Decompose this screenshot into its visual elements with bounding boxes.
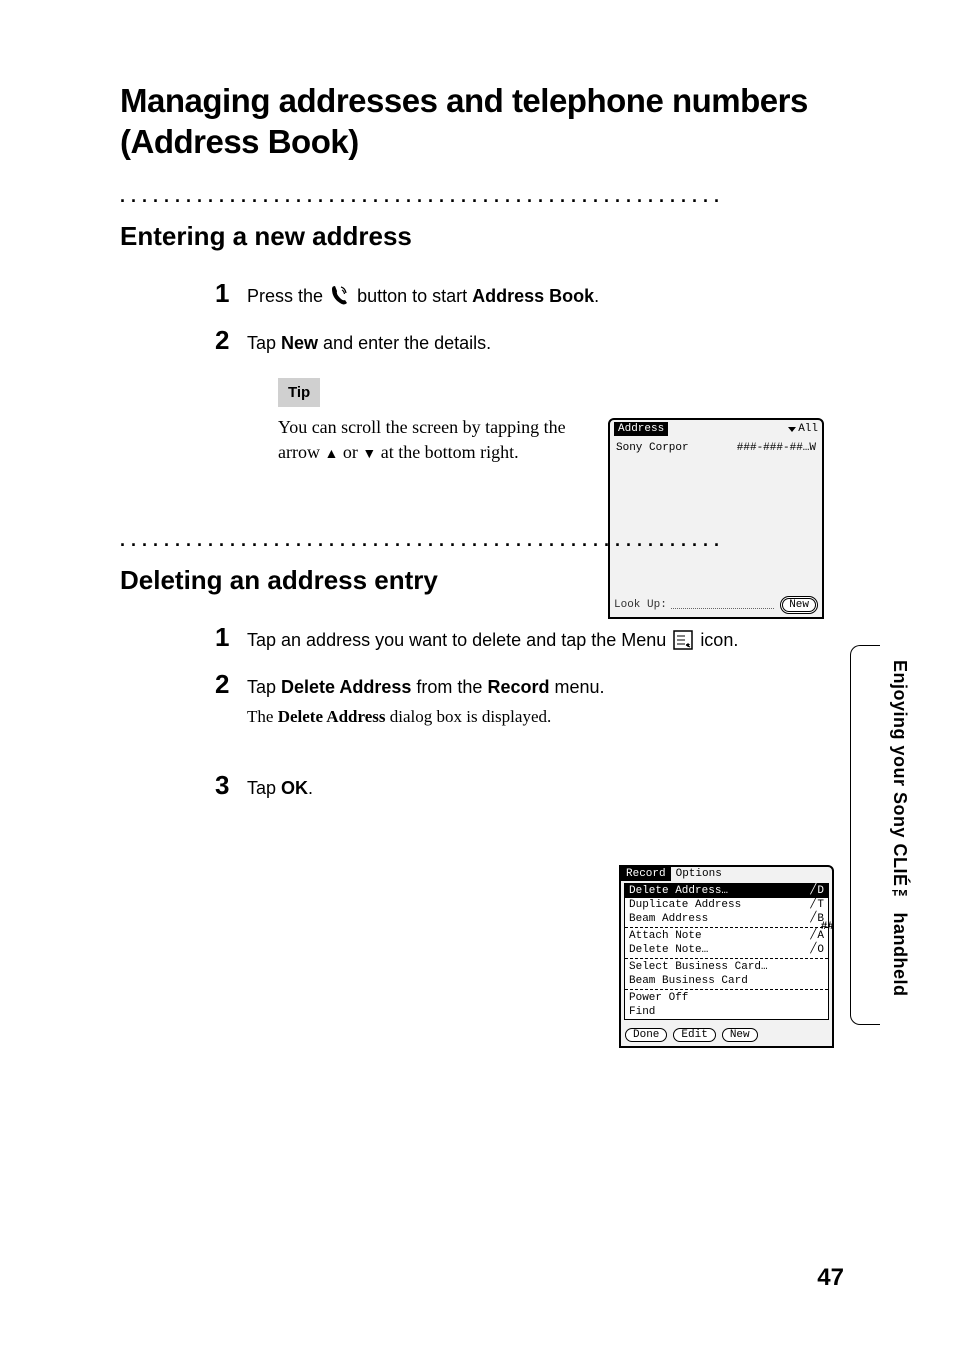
text: at the bottom right. xyxy=(376,442,518,462)
app-name: Address Book xyxy=(472,286,594,306)
text: and enter the details. xyxy=(318,333,491,353)
shortcut: ╱D xyxy=(810,884,824,898)
menu-item-attach-note[interactable]: Attach Note ╱A xyxy=(625,929,828,943)
text: dialog box is displayed. xyxy=(386,707,552,726)
step-2-row-b: 2 Tap Delete Address from the Record men… xyxy=(215,671,844,728)
side-tab-label: Enjoying your Sony CLIÉ™ handheld xyxy=(889,660,910,997)
text: Tap xyxy=(247,778,281,798)
menu-label: Find xyxy=(629,1005,655,1019)
entry-name: Sony Corpor xyxy=(616,442,689,454)
menu-item-find[interactable]: Find xyxy=(625,1005,828,1019)
truncated-indicator: ## xyxy=(821,921,834,933)
text: The xyxy=(247,707,278,726)
entry-phone: ###-###-##…W xyxy=(737,442,816,454)
menu-label: Beam Business Card xyxy=(629,974,748,988)
ss1-title: Address xyxy=(614,422,668,436)
menu-label: Attach Note xyxy=(629,929,702,943)
lookup-label: Look Up: xyxy=(614,599,667,611)
section-title-entering: Entering a new address xyxy=(120,221,844,252)
category-label: All xyxy=(798,423,818,435)
step-1-row: 1 Press the button to start Address Book… xyxy=(215,280,844,313)
tab-options[interactable]: Options xyxy=(671,867,727,881)
menu-label: Select Business Card… xyxy=(629,960,768,974)
text: button to start xyxy=(357,286,472,306)
menu-item-delete-address[interactable]: Delete Address… ╱D xyxy=(625,884,828,898)
tab-record[interactable]: Record xyxy=(621,867,671,881)
text: icon. xyxy=(700,630,738,650)
step-number: 1 xyxy=(215,624,247,650)
step-text: Tap New and enter the details. Tip You c… xyxy=(247,327,578,466)
menu-label: Delete Note… xyxy=(629,943,708,957)
divider-dots-1: ........................................… xyxy=(120,193,844,219)
ok-label: OK xyxy=(281,778,308,798)
new-button[interactable]: New xyxy=(722,1028,758,1042)
new-label: New xyxy=(281,333,318,353)
done-button[interactable]: Done xyxy=(625,1028,667,1042)
step-number: 1 xyxy=(215,280,247,306)
side-tab-indicator xyxy=(850,645,880,1025)
menu-item-duplicate-address[interactable]: Duplicate Address ╱T xyxy=(625,898,828,912)
step-sub-text: The Delete Address dialog box is display… xyxy=(247,705,605,729)
menu-item-beam-address[interactable]: Beam Address ╱B xyxy=(625,912,828,926)
menu-label: Power Off xyxy=(629,991,688,1005)
menu-label: Beam Address xyxy=(629,912,708,926)
text: . xyxy=(594,286,599,306)
menu-label: Delete Address… xyxy=(629,884,728,898)
step-number: 2 xyxy=(215,327,247,353)
shortcut: ╱T xyxy=(810,898,824,912)
step-text: Tap Delete Address from the Record menu.… xyxy=(247,671,605,728)
category-dropdown[interactable]: All xyxy=(788,423,818,435)
text: from the xyxy=(411,677,487,697)
triangle-up-icon: ▲ xyxy=(324,447,338,462)
address-book-screenshot: Address All Sony Corpor ###-###-##…W Loo… xyxy=(608,418,824,619)
record-menu-screenshot: Record Options Delete Address… ╱D Duplic… xyxy=(619,865,834,1048)
text: . xyxy=(308,778,313,798)
chevron-down-icon xyxy=(788,427,796,432)
menu-item-delete-note[interactable]: Delete Note… ╱O xyxy=(625,943,828,957)
dialog-name: Delete Address xyxy=(278,707,386,726)
triangle-down-icon: ▼ xyxy=(362,447,376,462)
page-number: 47 xyxy=(817,1264,844,1292)
new-button[interactable]: New xyxy=(780,596,818,614)
menu-label: Duplicate Address xyxy=(629,898,741,912)
address-entry-row[interactable]: Sony Corpor ###-###-##…W xyxy=(616,442,816,454)
lookup-input[interactable] xyxy=(671,599,774,609)
delete-address-label: Delete Address xyxy=(281,677,411,697)
step-text: Press the button to start Address Book. xyxy=(247,280,599,313)
menu-item-beam-card[interactable]: Beam Business Card xyxy=(625,974,828,988)
phone-handset-icon xyxy=(330,284,350,313)
shortcut: ╱O xyxy=(810,943,824,957)
step-1-row-b: 1 Tap an address you want to delete and … xyxy=(215,624,844,657)
menu-item-select-card[interactable]: Select Business Card… xyxy=(625,960,828,974)
menu-list-icon xyxy=(673,630,693,657)
record-label: Record xyxy=(487,677,549,697)
step-3-row: 3 Tap OK. xyxy=(215,772,844,801)
step-text: Tap OK. xyxy=(247,772,313,801)
step-text: Tap an address you want to delete and ta… xyxy=(247,624,738,657)
step-number: 2 xyxy=(215,671,247,697)
tip-label: Tip xyxy=(278,378,320,407)
page-title: Managing addresses and telephone numbers… xyxy=(120,80,844,163)
text: Press the xyxy=(247,286,328,306)
menu-item-power-off[interactable]: Power Off xyxy=(625,991,828,1005)
edit-button[interactable]: Edit xyxy=(673,1028,715,1042)
step-number: 3 xyxy=(215,772,247,798)
tip-text: You can scroll the screen by tapping the… xyxy=(278,415,578,465)
text: Tap an address you want to delete and ta… xyxy=(247,630,671,650)
divider-dots-2: ........................................… xyxy=(120,537,844,563)
text: Tap xyxy=(247,677,281,697)
text: Tap xyxy=(247,333,281,353)
text: menu. xyxy=(549,677,604,697)
text: or xyxy=(338,442,362,462)
